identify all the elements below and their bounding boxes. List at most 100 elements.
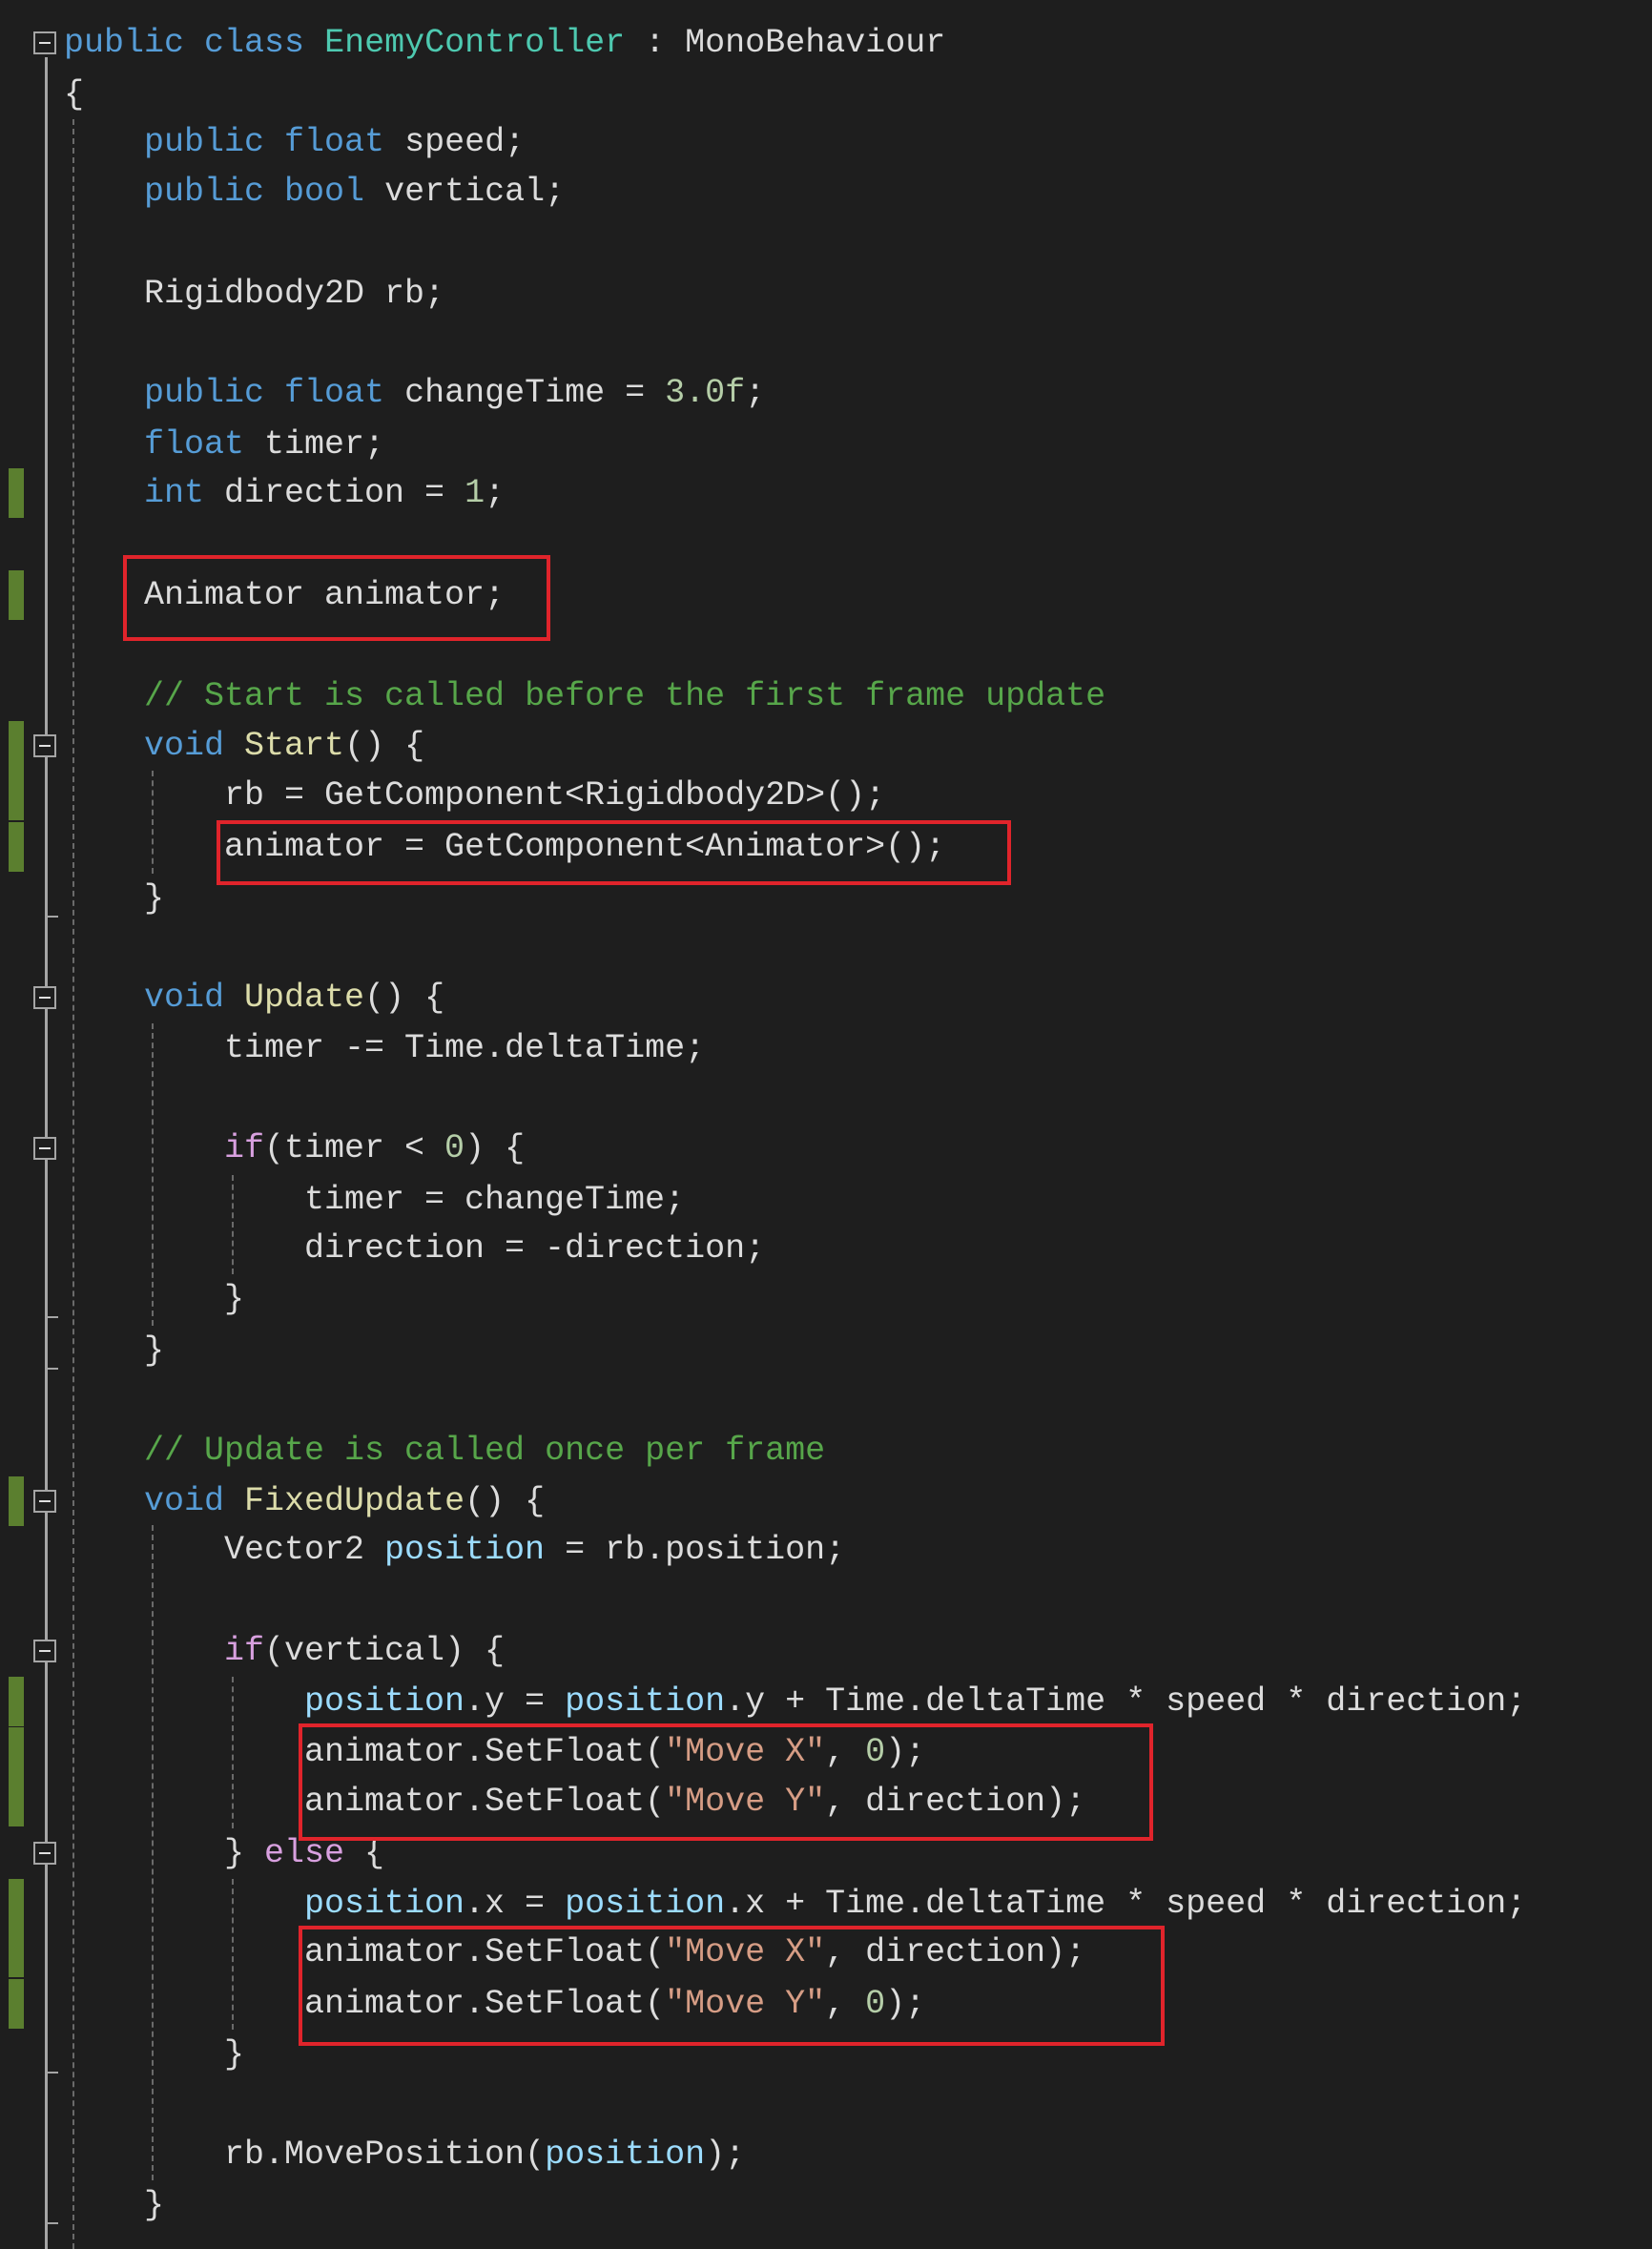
code-line[interactable]: // Update is called once per frame bbox=[144, 1426, 825, 1475]
code-token: float bbox=[284, 374, 385, 412]
code-line[interactable]: void FixedUpdate() { bbox=[144, 1476, 545, 1526]
code-line[interactable]: public float speed; bbox=[144, 117, 525, 167]
code-token: Update bbox=[244, 979, 365, 1017]
code-line[interactable]: { bbox=[64, 70, 84, 119]
change-marker bbox=[9, 1979, 24, 2029]
code-token: int bbox=[144, 474, 205, 512]
code-line[interactable]: } bbox=[144, 874, 164, 923]
code-line[interactable]: // Start is called before the first fram… bbox=[144, 671, 1105, 721]
code-token: void bbox=[144, 727, 225, 765]
code-line[interactable]: } bbox=[224, 1274, 244, 1324]
code-token: position bbox=[304, 1885, 465, 1923]
code-token: ) { bbox=[465, 1129, 526, 1167]
code-line[interactable]: void Start() { bbox=[144, 721, 424, 771]
change-marker bbox=[9, 468, 24, 518]
change-marker bbox=[9, 1727, 24, 1777]
code-token: class bbox=[204, 24, 305, 62]
code-line[interactable]: } bbox=[144, 2180, 164, 2230]
indent-guide-start bbox=[152, 771, 154, 874]
code-token: } bbox=[144, 2186, 165, 2224]
code-token: Start bbox=[244, 727, 345, 765]
change-marker bbox=[9, 1879, 24, 1929]
indent-guide-if-vertical bbox=[232, 1677, 234, 1828]
code-token: public bbox=[144, 123, 265, 161]
code-token: position bbox=[565, 1682, 726, 1721]
code-line[interactable]: float timer; bbox=[144, 420, 384, 469]
code-token: direction = -direction; bbox=[304, 1229, 766, 1268]
code-line[interactable]: } bbox=[144, 1326, 164, 1375]
code-token: if bbox=[224, 1129, 265, 1167]
code-token: () { bbox=[465, 1482, 546, 1520]
highlight-box bbox=[299, 1926, 1165, 2046]
code-token: () { bbox=[364, 979, 445, 1017]
code-token: (vertical) { bbox=[264, 1632, 506, 1670]
code-editor[interactable]: public class EnemyController : MonoBehav… bbox=[0, 0, 1652, 2249]
code-line[interactable]: void Update() { bbox=[144, 973, 444, 1022]
code-line[interactable]: rb = GetComponent<Rigidbody2D>(); bbox=[224, 771, 885, 820]
code-token: Rigidbody2D rb; bbox=[144, 275, 445, 313]
code-token: .x + Time.deltaTime * speed * direction; bbox=[725, 1885, 1527, 1923]
code-token: } bbox=[144, 879, 165, 918]
code-line[interactable]: Rigidbody2D rb; bbox=[144, 269, 444, 319]
code-token: if bbox=[224, 1632, 265, 1670]
collapse-icon[interactable] bbox=[33, 1137, 56, 1160]
code-line[interactable]: timer = changeTime; bbox=[304, 1175, 685, 1225]
collapse-icon[interactable] bbox=[33, 31, 56, 54]
code-token: .y = bbox=[465, 1682, 566, 1721]
change-marker bbox=[9, 721, 24, 771]
highlight-box bbox=[123, 555, 550, 641]
outline-end-tick bbox=[45, 2072, 58, 2074]
code-token: EnemyController bbox=[324, 24, 626, 62]
collapse-icon[interactable] bbox=[33, 1640, 56, 1662]
outline-end-tick bbox=[45, 916, 58, 918]
indent-guide-else bbox=[232, 1879, 234, 2030]
code-line[interactable]: direction = -direction; bbox=[304, 1224, 765, 1273]
change-marker bbox=[9, 1928, 24, 1977]
code-token: = rb.position; bbox=[545, 1531, 846, 1569]
code-token: // Start is called before the first fram… bbox=[144, 677, 1106, 715]
code-token: vertical; bbox=[364, 173, 566, 211]
code-token: MonoBehaviour bbox=[685, 24, 946, 62]
code-token: void bbox=[144, 1482, 225, 1520]
code-token: rb.MovePosition( bbox=[224, 2136, 546, 2174]
code-token: FixedUpdate bbox=[244, 1482, 465, 1520]
code-line[interactable]: rb.MovePosition(position); bbox=[224, 2130, 745, 2179]
code-line[interactable]: position.x = position.x + Time.deltaTime… bbox=[304, 1879, 1526, 1929]
code-line[interactable]: position.y = position.y + Time.deltaTime… bbox=[304, 1677, 1526, 1726]
code-token: timer = changeTime; bbox=[304, 1181, 686, 1219]
code-token: float bbox=[284, 123, 385, 161]
code-token: 3.0f bbox=[665, 374, 746, 412]
indent-guide-if bbox=[232, 1175, 234, 1274]
collapse-icon[interactable] bbox=[33, 1490, 56, 1513]
collapse-icon[interactable] bbox=[33, 986, 56, 1009]
code-line[interactable]: Vector2 position = rb.position; bbox=[224, 1525, 845, 1575]
code-line[interactable]: } bbox=[224, 2030, 244, 2079]
code-token: } bbox=[224, 2035, 245, 2074]
code-token: .x = bbox=[465, 1885, 566, 1923]
code-line[interactable]: if(vertical) { bbox=[224, 1626, 505, 1676]
collapse-icon[interactable] bbox=[33, 734, 56, 757]
code-token: position bbox=[545, 2136, 706, 2174]
code-token: () { bbox=[344, 727, 425, 765]
code-line[interactable]: timer -= Time.deltaTime; bbox=[224, 1023, 705, 1073]
change-marker bbox=[9, 1476, 24, 1526]
code-line[interactable]: int direction = 1; bbox=[144, 468, 505, 518]
code-line[interactable]: public float changeTime = 3.0f; bbox=[144, 368, 765, 418]
highlight-box bbox=[217, 820, 1011, 885]
code-token: speed; bbox=[384, 123, 526, 161]
code-line[interactable]: public bool vertical; bbox=[144, 167, 565, 217]
code-token: position bbox=[304, 1682, 465, 1721]
indent-guide-update bbox=[152, 1023, 154, 1326]
code-token: (timer < bbox=[264, 1129, 445, 1167]
collapse-icon[interactable] bbox=[33, 1842, 56, 1865]
code-token: } bbox=[144, 1331, 165, 1370]
code-token: public bbox=[144, 374, 265, 412]
code-line[interactable]: if(timer < 0) { bbox=[224, 1124, 525, 1173]
change-marker bbox=[9, 1777, 24, 1826]
code-line[interactable]: public class EnemyController : MonoBehav… bbox=[64, 18, 945, 68]
